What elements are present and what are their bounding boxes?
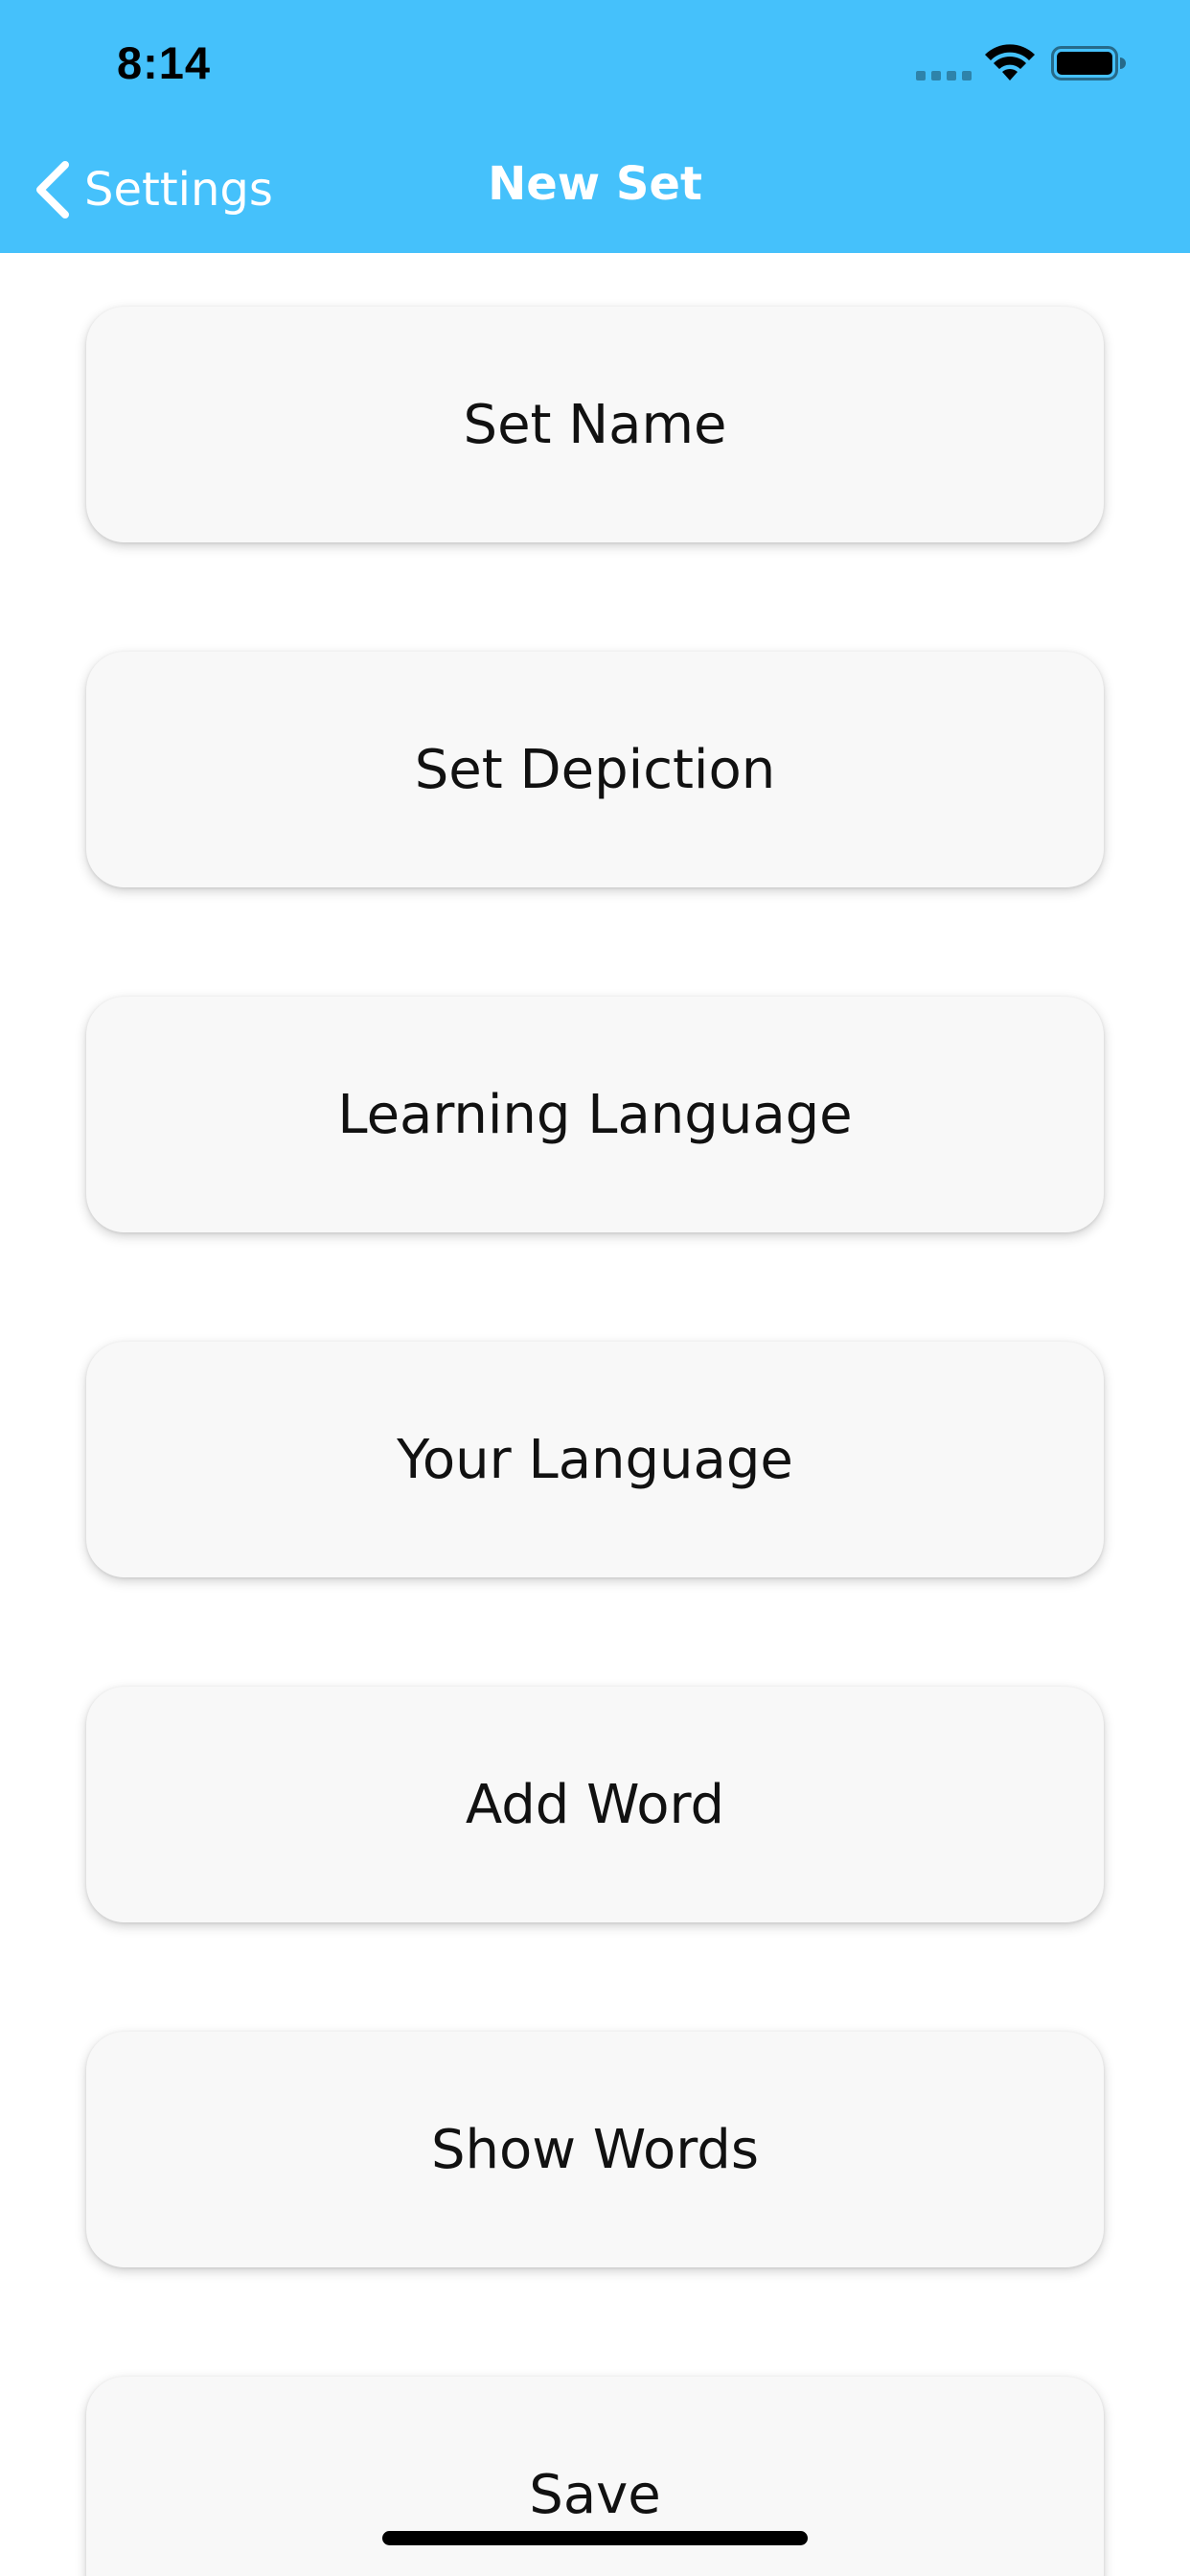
set-depiction-button[interactable]: Set Depiction: [86, 652, 1104, 887]
battery-icon: [1051, 46, 1126, 80]
page-title: New Set: [488, 157, 702, 211]
learning-language-button[interactable]: Learning Language: [86, 997, 1104, 1232]
cellular-signal-icon: [916, 71, 972, 80]
screen: 8:14 Settings New Set Set Name Set Depic…: [0, 0, 1190, 2576]
set-name-button[interactable]: Set Name: [86, 307, 1104, 542]
save-button[interactable]: Save: [86, 2377, 1104, 2576]
home-indicator[interactable]: [382, 2531, 808, 2545]
show-words-label: Show Words: [430, 2118, 759, 2181]
wifi-icon: [985, 44, 1035, 80]
set-depiction-label: Set Depiction: [414, 738, 776, 801]
status-time: 8:14: [117, 37, 212, 88]
add-word-button[interactable]: Add Word: [86, 1687, 1104, 1922]
navigation-bar: 8:14 Settings New Set: [0, 0, 1190, 253]
add-word-label: Add Word: [465, 1773, 725, 1836]
your-language-button[interactable]: Your Language: [86, 1342, 1104, 1577]
set-name-label: Set Name: [463, 393, 727, 456]
your-language-label: Your Language: [397, 1428, 793, 1491]
learning-language-label: Learning Language: [337, 1083, 853, 1146]
save-label: Save: [529, 2463, 661, 2526]
show-words-button[interactable]: Show Words: [86, 2032, 1104, 2267]
